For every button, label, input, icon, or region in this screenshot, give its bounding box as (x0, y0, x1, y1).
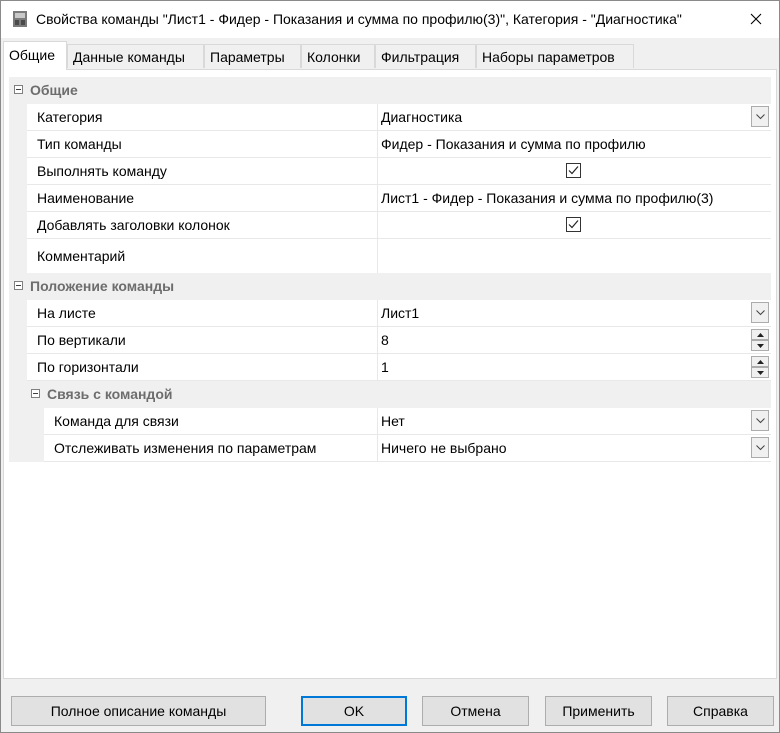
row-title[interactable]: Наименование Лист1 - Фидер - Показания и… (9, 185, 771, 212)
prop-name: Команда для связи (54, 413, 179, 429)
spin-down-button[interactable] (751, 367, 769, 378)
cancel-button[interactable]: Отмена (422, 696, 529, 726)
collapse-icon[interactable] (31, 389, 40, 398)
prop-value: Ничего не выбрано (381, 440, 507, 456)
ok-button[interactable]: OK (301, 696, 407, 726)
category-label: Положение команды (30, 278, 175, 294)
prop-name: Категория (37, 109, 103, 125)
tab-parameter-sets[interactable]: Наборы параметров (476, 44, 634, 68)
close-icon (750, 12, 762, 28)
row-horizontal[interactable]: По горизонтали 1 (9, 354, 771, 381)
prop-name: Наименование (37, 190, 135, 206)
triangle-up-icon (757, 360, 764, 364)
triangle-down-icon (757, 344, 764, 348)
prop-name: По горизонтали (37, 359, 139, 375)
prop-name: По вертикали (37, 332, 126, 348)
prop-name: Тип команды (37, 136, 122, 152)
prop-value: Диагностика (381, 109, 463, 125)
row-link-command[interactable]: Команда для связи Нет (9, 408, 771, 435)
tab-general[interactable]: Общие (3, 41, 67, 70)
track-changes-dropdown[interactable]: Ничего не выбрано (377, 435, 771, 462)
category-link[interactable]: Связь с командой (9, 381, 771, 408)
add-headers-checkbox[interactable] (566, 217, 581, 232)
title-field[interactable]: Лист1 - Фидер - Показания и сумма по про… (377, 185, 771, 212)
row-vertical[interactable]: По вертикали 8 (9, 327, 771, 354)
tab-bar: Общие Данные команды Параметры Колонки Ф… (3, 41, 779, 70)
title-bar: Свойства команды "Лист1 - Фидер - Показа… (1, 1, 779, 38)
prop-name: Выполнять команду (37, 163, 167, 179)
spin-up-button[interactable] (751, 356, 769, 367)
sheet-dropdown[interactable]: Лист1 (377, 300, 771, 327)
chevron-down-icon (756, 114, 765, 120)
prop-name: На листе (37, 305, 96, 321)
row-track-changes[interactable]: Отслеживать изменения по параметрам Ниче… (9, 435, 771, 462)
checkmark-icon (568, 166, 579, 175)
command-type-value: Фидер - Показания и сумма по профилю (377, 131, 771, 158)
prop-value: Лист1 (381, 305, 420, 321)
tab-parameters[interactable]: Параметры (204, 44, 301, 68)
tab-command-data[interactable]: Данные команды (67, 44, 204, 68)
category-dropdown[interactable]: Диагностика (377, 104, 771, 131)
spin-up-button[interactable] (751, 329, 769, 340)
vertical-stepper[interactable]: 8 (377, 327, 771, 354)
full-description-button[interactable]: Полное описание команды (11, 696, 266, 726)
prop-value: Лист1 - Фидер - Показания и сумма по про… (381, 190, 714, 206)
dropdown-button[interactable] (751, 410, 769, 431)
triangle-down-icon (757, 371, 764, 375)
spin-down-button[interactable] (751, 340, 769, 351)
horizontal-stepper[interactable]: 1 (377, 354, 771, 381)
prop-name: Комментарий (37, 248, 126, 264)
row-category[interactable]: Категория Диагностика (9, 104, 771, 131)
execute-checkbox[interactable] (566, 163, 581, 178)
category-general[interactable]: Общие (9, 77, 771, 104)
prop-value: 1 (381, 359, 389, 375)
comment-field[interactable] (377, 239, 771, 274)
row-comment[interactable]: Комментарий (9, 239, 771, 274)
properties-dialog: Свойства команды "Лист1 - Фидер - Показа… (0, 0, 780, 733)
app-icon (13, 11, 27, 27)
dropdown-button[interactable] (751, 106, 769, 127)
dropdown-button[interactable] (751, 302, 769, 323)
apply-button[interactable]: Применить (545, 696, 652, 726)
row-execute[interactable]: Выполнять команду (9, 158, 771, 185)
prop-value: Нет (381, 413, 405, 429)
category-label: Связь с командой (47, 386, 173, 402)
chevron-down-icon (756, 445, 765, 451)
prop-name: Добавлять заголовки колонок (37, 217, 230, 233)
tab-columns[interactable]: Колонки (301, 44, 375, 68)
row-add-headers[interactable]: Добавлять заголовки колонок (9, 212, 771, 239)
collapse-icon[interactable] (14, 85, 23, 94)
checkmark-icon (568, 220, 579, 229)
collapse-icon[interactable] (14, 281, 23, 290)
close-button[interactable] (733, 1, 779, 38)
link-command-dropdown[interactable]: Нет (377, 408, 771, 435)
window-title: Свойства команды "Лист1 - Фидер - Показа… (36, 11, 682, 27)
dropdown-button[interactable] (751, 437, 769, 458)
row-command-type: Тип команды Фидер - Показания и сумма по… (9, 131, 771, 158)
prop-value: 8 (381, 332, 389, 348)
category-label: Общие (30, 82, 78, 98)
chevron-down-icon (756, 418, 765, 424)
prop-name: Отслеживать изменения по параметрам (54, 440, 317, 456)
help-button[interactable]: Справка (667, 696, 774, 726)
triangle-up-icon (757, 333, 764, 337)
row-sheet[interactable]: На листе Лист1 (9, 300, 771, 327)
prop-value: Фидер - Показания и сумма по профилю (381, 136, 646, 152)
category-position[interactable]: Положение команды (9, 273, 771, 300)
tab-filtering[interactable]: Фильтрация (375, 44, 476, 68)
chevron-down-icon (756, 310, 765, 316)
